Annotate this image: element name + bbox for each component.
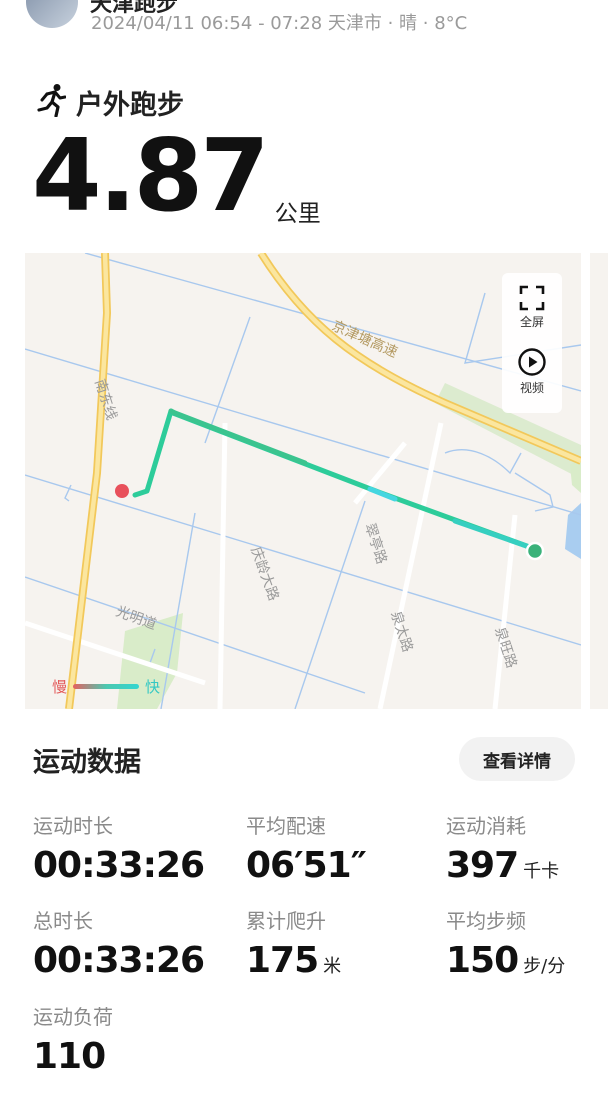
route-start-marker <box>525 541 545 561</box>
stat-label: 运动负荷 <box>33 1005 113 1029</box>
view-details-button[interactable]: 查看详情 <box>459 737 575 781</box>
legend-fast-label: 快 <box>145 677 161 696</box>
stat-unit: 千卡 <box>523 861 560 882</box>
stat-value: 00:33:26 <box>33 845 205 886</box>
sport-type-label: 户外跑步 <box>76 89 184 121</box>
stat-label: 运动时长 <box>33 814 113 838</box>
stat-value: 397 <box>446 845 519 886</box>
distance-display: 4.87 公里 <box>32 117 321 234</box>
fullscreen-label: 全屏 <box>519 315 544 329</box>
video-button[interactable]: 视频 <box>502 347 562 396</box>
stat-label: 平均步频 <box>446 909 526 933</box>
legend-gradient-bar <box>73 683 140 689</box>
stat-value: 00:33:26 <box>33 940 205 981</box>
map-canvas: 京津塘高速 南东线 庆龄大路 翠亭路 泉太路 泉旺路 光明道 <box>25 253 581 709</box>
video-label: 视频 <box>519 381 544 395</box>
stat-pace: 平均配速 06′51″ <box>246 810 367 886</box>
fullscreen-icon <box>502 285 562 311</box>
sport-type-row: 户外跑步 <box>36 83 184 121</box>
stat-unit: 步/分 <box>523 956 566 977</box>
route-map[interactable]: 京津塘高速 南东线 庆龄大路 翠亭路 泉太路 泉旺路 光明道 全屏 视频 <box>25 253 581 709</box>
activity-header: 天津跑步 2024/04/11 06:54 - 07:28 天津市 · 晴 · … <box>0 0 608 40</box>
distance-unit: 公里 <box>274 201 321 227</box>
stat-load: 运动负荷 110 <box>33 1001 113 1077</box>
fullscreen-button[interactable]: 全屏 <box>502 285 562 330</box>
stat-value: 06′51″ <box>246 845 367 886</box>
stat-unit: 米 <box>323 956 342 977</box>
label-south-east-line: 南东线 <box>91 377 119 422</box>
map-controls: 全屏 视频 <box>502 273 562 413</box>
stat-duration: 运动时长 00:33:26 <box>33 810 205 886</box>
distance-value: 4.87 <box>32 117 270 234</box>
stat-value: 110 <box>33 1036 106 1077</box>
stat-label: 平均配速 <box>246 814 326 838</box>
next-card-edge[interactable] <box>590 253 608 709</box>
legend-slow-label: 慢 <box>52 677 68 696</box>
stat-label: 累计爬升 <box>246 909 326 933</box>
stat-ascent: 累计爬升 175 米 <box>246 905 341 981</box>
speed-legend: 慢 快 <box>52 676 160 696</box>
stat-total-time: 总时长 00:33:26 <box>33 905 205 981</box>
running-person-icon <box>36 83 67 121</box>
stat-cadence: 平均步频 150 步/分 <box>446 905 565 981</box>
activity-meta: 2024/04/11 06:54 - 07:28 天津市 · 晴 · 8°C <box>91 13 468 34</box>
avatar[interactable] <box>26 0 78 28</box>
label-cuiting: 翠亭路 <box>361 521 390 566</box>
stat-label: 总时长 <box>33 909 93 933</box>
stat-label: 运动消耗 <box>446 814 526 838</box>
route-end-marker <box>115 484 129 498</box>
play-video-icon <box>502 347 562 377</box>
label-quanwang: 泉旺路 <box>491 625 520 670</box>
section-title: 运动数据 <box>33 747 141 778</box>
stat-value: 175 <box>246 940 319 981</box>
stat-value: 150 <box>446 940 519 981</box>
route-path <box>132 408 538 552</box>
label-qingling: 庆龄大路 <box>247 545 281 603</box>
stat-calories: 运动消耗 397 千卡 <box>446 810 559 886</box>
